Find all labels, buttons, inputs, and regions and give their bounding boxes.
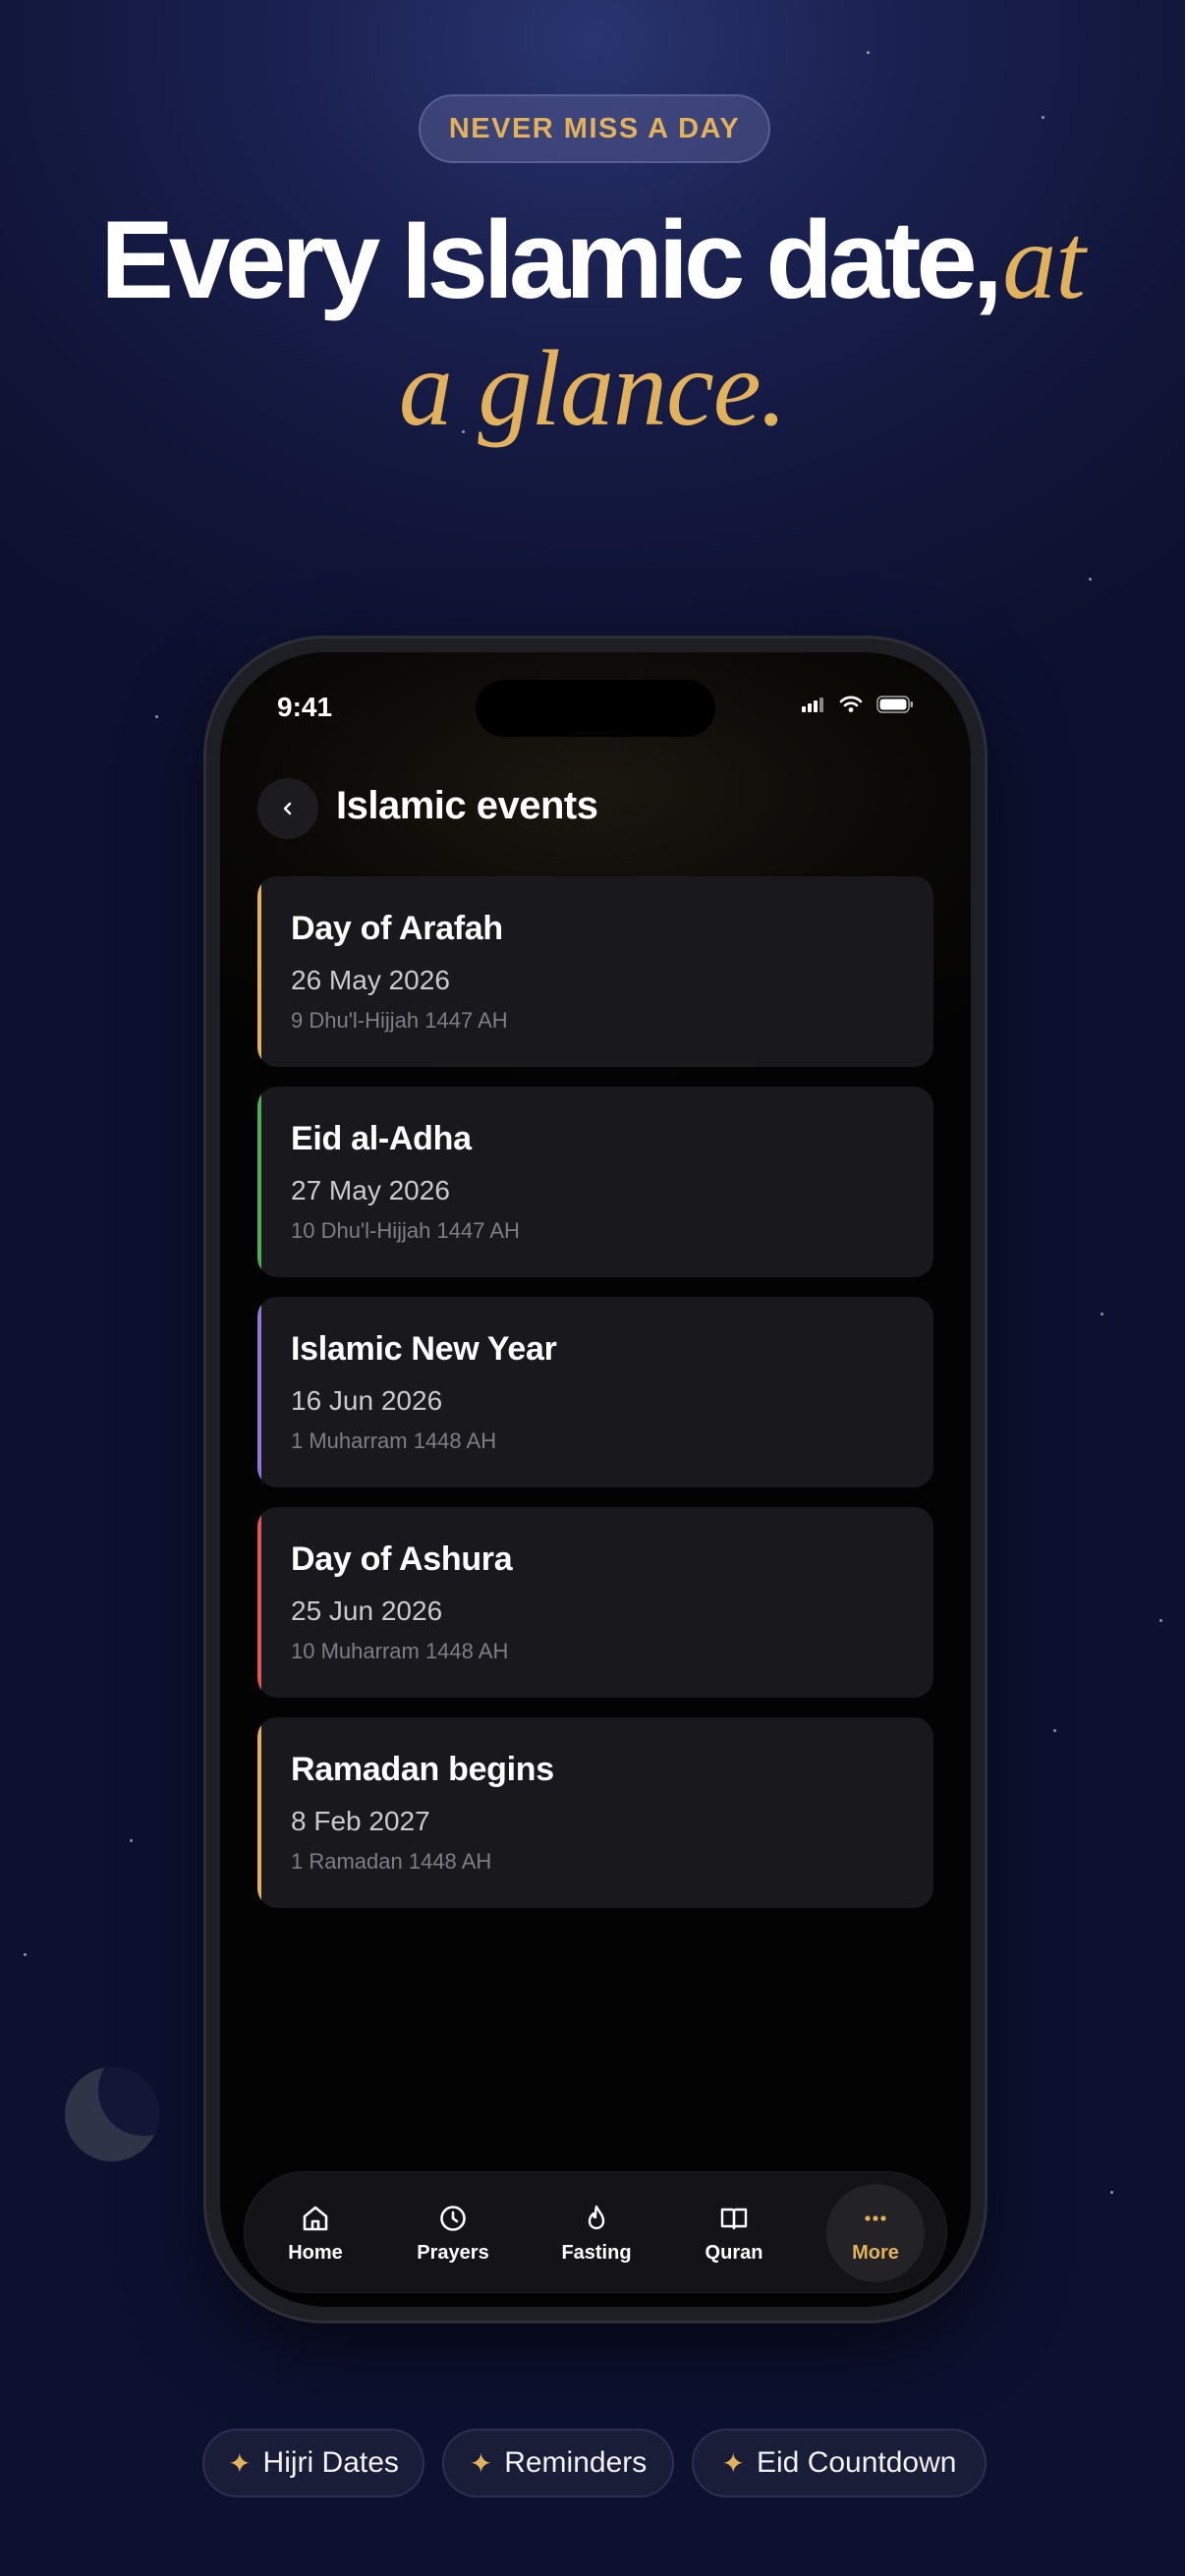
event-hijri-date: 9 Dhu'l-Hijjah 1447 AH [291,1008,508,1033]
tab-fasting-label: Fasting [561,2241,632,2264]
star-decoration [867,51,870,54]
star-decoration [719,2321,722,2324]
headline: Every Islamic date, at a glance. [0,196,1185,452]
star-decoration [1042,116,1044,119]
dynamic-island [476,680,715,737]
headline-bold-text: Every Islamic date [100,198,977,321]
flame-icon [588,2205,605,2229]
star-decoration [1100,1313,1103,1316]
star-decoration [1089,578,1092,581]
home-icon [303,2206,328,2230]
battery-icon [876,696,913,713]
tab-fasting[interactable]: Fasting [547,2184,646,2282]
chip-label: Eid Countdown [757,2446,957,2479]
event-title: Ramadan begins [291,1751,554,1788]
status-time: 9:41 [277,692,333,722]
tab-home[interactable]: Home [266,2184,365,2282]
star-decoration [1159,1619,1162,1622]
page-title: Islamic events [336,784,598,827]
star-decoration [130,1839,133,1842]
star-decoration [155,715,158,718]
event-card[interactable]: Day of Arafah 26 May 2026 9 Dhu'l-Hijjah… [257,876,933,1067]
cellular-signal-icon [802,698,823,712]
event-list: Day of Arafah 26 May 2026 9 Dhu'l-Hijjah… [257,876,933,1928]
event-gregorian-date: 8 Feb 2027 [291,1806,430,1836]
event-gregorian-date: 25 Jun 2026 [291,1596,443,1626]
sparkle-icon: ✦ [228,2447,252,2479]
chip-hijri-dates: ✦ Hijri Dates [202,2429,424,2497]
status-icons [802,696,914,713]
chip-reminders: ✦ Reminders [442,2429,674,2497]
event-accent-bar [257,1297,261,1487]
event-title: Day of Arafah [291,910,503,947]
event-accent-bar [257,1507,261,1698]
event-card[interactable]: Islamic New Year 16 Jun 2026 1 Muharram … [257,1297,933,1487]
chip-label: Hijri Dates [262,2446,399,2479]
event-title: Day of Ashura [291,1540,513,1578]
tab-quran-label: Quran [705,2241,763,2264]
tab-prayers-label: Prayers [417,2241,489,2264]
wifi-icon [839,696,863,712]
headline-italic-2: a glance. [398,328,787,448]
book-icon [720,2208,748,2229]
tagline-badge-label: NEVER MISS A DAY [448,112,741,144]
feature-chips: ✦ Hijri Dates ✦ Reminders ✦ Eid Countdow… [0,2429,1185,2497]
bottom-tab-bar: Home Prayers Fasting Quran More [244,2171,947,2293]
crescent-moon-icon [65,2067,159,2161]
back-button[interactable] [257,778,318,839]
headline-comma: , [972,198,1003,321]
event-gregorian-date: 26 May 2026 [291,965,450,995]
chip-eid-countdown: ✦ Eid Countdown [692,2429,987,2497]
event-hijri-date: 1 Muharram 1448 AH [291,1428,497,1453]
event-hijri-date: 1 Ramadan 1448 AH [291,1849,492,1874]
headline-italic-1: at [1002,201,1086,321]
tab-quran[interactable]: Quran [685,2184,783,2282]
chevron-left-icon [283,802,292,815]
event-accent-bar [257,1717,261,1908]
star-decoration [1053,1729,1056,1732]
event-card[interactable]: Day of Ashura 25 Jun 2026 10 Muharram 14… [257,1507,933,1698]
event-card[interactable]: Eid al-Adha 27 May 2026 10 Dhu'l-Hijjah … [257,1087,933,1277]
event-gregorian-date: 27 May 2026 [291,1175,450,1205]
sparkle-icon: ✦ [721,2447,745,2479]
star-decoration [1110,2191,1113,2194]
event-accent-bar [257,876,261,1067]
tagline-badge: NEVER MISS A DAY [419,94,770,163]
phone-screen: 9:41 Islamic events Day of Arafah 26 May… [220,652,971,2307]
chip-label: Reminders [504,2446,648,2479]
event-accent-bar [257,1087,261,1277]
tab-more[interactable]: More [826,2184,925,2282]
phone-mockup: 9:41 Islamic events Day of Arafah 26 May… [206,639,985,2321]
clock-icon [440,2205,466,2231]
sparkle-icon: ✦ [469,2447,493,2479]
event-card[interactable]: Ramadan begins 8 Feb 2027 1 Ramadan 1448… [257,1717,933,1908]
event-title: Islamic New Year [291,1330,557,1368]
tab-prayers[interactable]: Prayers [404,2184,502,2282]
tab-more-label: More [852,2241,899,2264]
event-gregorian-date: 16 Jun 2026 [291,1385,443,1416]
tab-home-label: Home [288,2241,343,2264]
more-icon [865,2214,886,2221]
event-hijri-date: 10 Dhu'l-Hijjah 1447 AH [291,1218,520,1243]
event-title: Eid al-Adha [291,1120,472,1157]
event-hijri-date: 10 Muharram 1448 AH [291,1639,509,1663]
star-decoration [24,1953,27,1956]
